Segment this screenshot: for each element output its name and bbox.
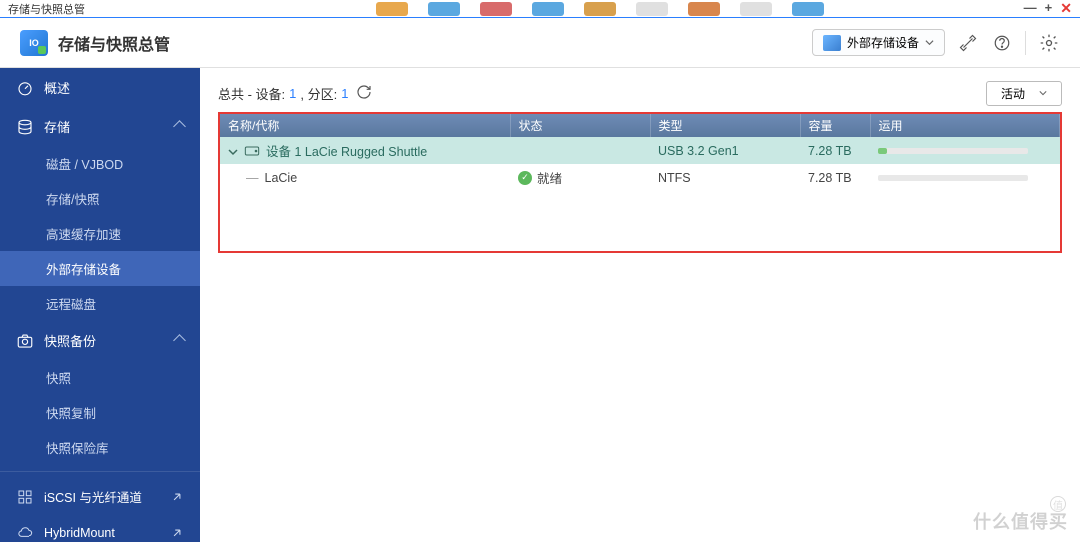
table-row[interactable]: 设备 1 LaCie Rugged Shuttle USB 3.2 Gen1 7… — [220, 137, 1060, 164]
nav-snapshot-backup[interactable]: 快照备份 — [0, 321, 200, 360]
storage-icon — [16, 118, 34, 136]
hdd-icon — [823, 35, 841, 51]
nav-disk-vjbod[interactable]: 磁盘 / VJBOD — [0, 146, 200, 181]
nav-remote-disk[interactable]: 远程磁盘 — [0, 286, 200, 321]
chevron-down-icon — [1039, 89, 1047, 97]
device-type: USB 3.2 Gen1 — [650, 137, 800, 164]
refresh-button[interactable] — [356, 84, 372, 103]
usage-bar — [878, 175, 1028, 181]
device-name: 设备 1 LaCie Rugged Shuttle — [266, 141, 427, 160]
nav-overview-label: 概述 — [44, 78, 70, 97]
settings-icon[interactable] — [1038, 32, 1060, 54]
device-selector-dropdown[interactable]: 外部存储设备 — [812, 29, 945, 56]
iscsi-icon — [16, 488, 34, 506]
nav-overview[interactable]: 概述 — [0, 68, 200, 107]
col-type[interactable]: 类型 — [650, 114, 800, 137]
external-link-icon — [170, 526, 184, 540]
camera-icon — [16, 332, 34, 350]
col-usage[interactable]: 运用 — [870, 114, 1060, 137]
col-name[interactable]: 名称/代称 — [220, 114, 510, 137]
nav-iscsi[interactable]: iSCSI 与光纤通道 — [0, 478, 200, 515]
nav-external-storage[interactable]: 外部存储设备 — [0, 251, 200, 286]
content-area: 总共 - 设备: 1 , 分区: 1 活动 名称/代称 状态 类型 — [200, 68, 1080, 542]
window-title: 存储与快照总管 — [8, 1, 85, 17]
dashboard-icon — [16, 79, 34, 97]
divider — [1025, 31, 1026, 55]
maximize-button[interactable]: + — [1045, 0, 1053, 17]
external-link-icon — [170, 490, 184, 504]
device-selector-label: 外部存储设备 — [847, 34, 919, 51]
chevron-down-icon[interactable] — [228, 146, 238, 156]
partition-type: NTFS — [650, 164, 800, 191]
action-label: 活动 — [1001, 85, 1025, 102]
tools-icon[interactable] — [957, 32, 979, 54]
nav-hybridmount[interactable]: HybridMount — [0, 515, 200, 542]
nav-storage-snapshot[interactable]: 存储/快照 — [0, 181, 200, 216]
app-icon: IO — [20, 30, 48, 56]
divider — [0, 471, 200, 472]
app-title: 存储与快照总管 — [58, 31, 170, 55]
status-ok-icon: ✓ — [518, 171, 532, 185]
chevron-down-icon — [925, 38, 934, 47]
partition-capacity: 7.28 TB — [800, 164, 870, 191]
help-icon[interactable] — [991, 32, 1013, 54]
usage-bar — [878, 148, 1028, 154]
nav-cache-accel[interactable]: 高速缓存加速 — [0, 216, 200, 251]
summary-text: 总共 - 设备: 1 , 分区: 1 — [218, 84, 372, 103]
partition-name: LaCie — [265, 171, 298, 185]
nav-snapshot-copy[interactable]: 快照复制 — [0, 395, 200, 430]
nav-snapshot-vault[interactable]: 快照保险库 — [0, 430, 200, 465]
nav-snapshot-label: 快照备份 — [44, 331, 96, 350]
watermark-text: 什么值得买 — [973, 508, 1068, 534]
device-table-highlight: 名称/代称 状态 类型 容量 运用 设备 1 LaCie Rugge — [218, 112, 1062, 253]
table-row[interactable]: — LaCie ✓ 就绪 NTFS 7.28 TB — [220, 164, 1060, 191]
col-capacity[interactable]: 容量 — [800, 114, 870, 137]
action-dropdown[interactable]: 活动 — [986, 81, 1062, 106]
nav-storage[interactable]: 存储 — [0, 107, 200, 146]
device-table: 名称/代称 状态 类型 容量 运用 设备 1 LaCie Rugge — [220, 114, 1060, 251]
close-button[interactable]: ✕ — [1060, 0, 1072, 17]
cloud-icon — [16, 524, 34, 542]
partition-status: 就绪 — [537, 168, 562, 187]
background-taskbar — [200, 0, 1000, 18]
nav-snapshot[interactable]: 快照 — [0, 360, 200, 395]
sidebar: 概述 存储 磁盘 / VJBOD 存储/快照 高速缓存加速 外部存储设备 远程磁… — [0, 68, 200, 542]
hdd-icon — [244, 144, 260, 158]
minimize-button[interactable]: — — [1024, 0, 1037, 17]
col-status[interactable]: 状态 — [510, 114, 650, 137]
nav-storage-label: 存储 — [44, 117, 70, 136]
device-capacity: 7.28 TB — [800, 137, 870, 164]
